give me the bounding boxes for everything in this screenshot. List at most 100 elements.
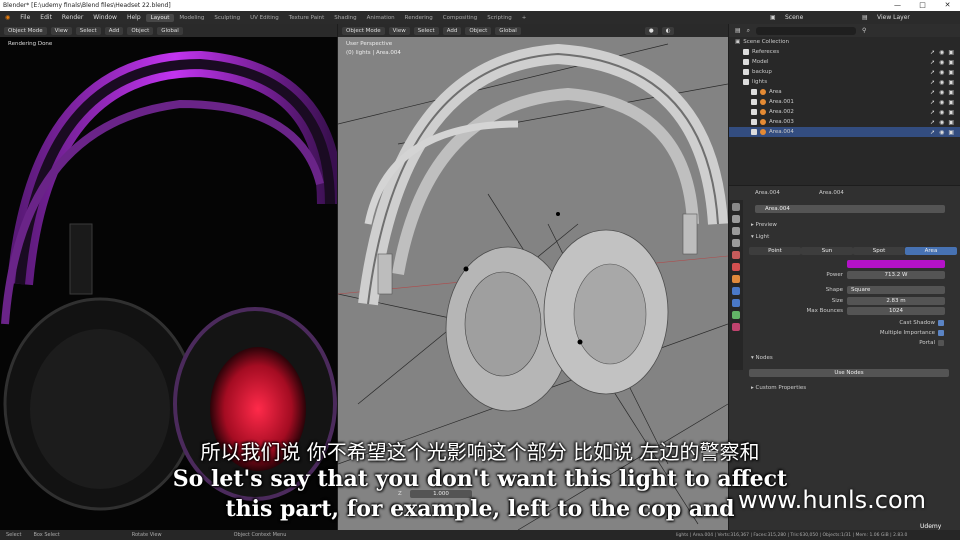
tab-compositing[interactable]: Compositing (438, 14, 482, 22)
select-arrow-icon[interactable]: ➚ (930, 129, 935, 136)
viewport-shading-material-icon[interactable]: ◐ (661, 26, 675, 35)
menu-help[interactable]: Help (122, 14, 146, 21)
viewport-menu-select[interactable]: Select (413, 26, 439, 35)
blender-logo-icon[interactable]: ◉ (0, 14, 15, 21)
visibility-toggles[interactable]: ➚ ◉ ▣ (930, 129, 954, 136)
tab-uv-editing[interactable]: UV Editing (245, 14, 284, 22)
include-checkbox[interactable] (743, 59, 749, 65)
visibility-toggles[interactable]: ➚ ◉ ▣ (930, 49, 954, 56)
multiple-importance-checkbox[interactable] (938, 330, 944, 336)
tab-modeling[interactable]: Modeling (174, 14, 209, 22)
physics-tab-icon[interactable] (732, 287, 740, 295)
select-arrow-icon[interactable]: ➚ (930, 59, 935, 66)
camera-icon[interactable]: ▣ (948, 89, 954, 96)
eye-icon[interactable]: ◉ (939, 89, 944, 96)
texture-tab-icon[interactable] (732, 323, 740, 331)
maximize-button[interactable]: □ (910, 0, 935, 11)
menu-edit[interactable]: Edit (35, 14, 57, 21)
outliner-row[interactable]: Area.001 ➚ ◉ ▣ (729, 97, 960, 107)
section-nodes[interactable]: ▾ Nodes (751, 355, 773, 361)
include-checkbox[interactable] (751, 129, 757, 135)
camera-icon[interactable]: ▣ (948, 69, 954, 76)
world-tab-icon[interactable] (732, 263, 740, 271)
close-button[interactable]: ✕ (935, 0, 960, 11)
max-bounces-field[interactable]: 1024 (847, 307, 945, 315)
view-layer-tab-icon[interactable] (732, 239, 740, 247)
scene-selector[interactable]: Scene (780, 14, 808, 21)
light-type-point[interactable]: Point (749, 247, 801, 255)
select-arrow-icon[interactable]: ➚ (930, 89, 935, 96)
viewport-menu-add[interactable]: Add (442, 26, 462, 35)
add-workspace-icon[interactable]: + (517, 14, 532, 22)
constraints-tab-icon[interactable] (732, 299, 740, 307)
eye-icon[interactable]: ◉ (939, 79, 944, 86)
outliner-row[interactable]: Area.003 ➚ ◉ ▣ (729, 117, 960, 127)
section-custom-properties[interactable]: ▸ Custom Properties (751, 385, 806, 391)
render-transform-select[interactable]: Global (157, 26, 183, 35)
light-color-swatch[interactable] (847, 260, 945, 268)
minimize-button[interactable]: — (885, 0, 910, 11)
visibility-toggles[interactable]: ➚ ◉ ▣ (930, 59, 954, 66)
viewport-transform-select[interactable]: Global (495, 26, 521, 35)
viewport-mode-select[interactable]: Object Mode (342, 26, 385, 35)
include-checkbox[interactable] (743, 69, 749, 75)
light-datablock-field[interactable]: Area.004 (755, 205, 945, 213)
cast-shadow-checkbox[interactable] (938, 320, 944, 326)
eye-icon[interactable]: ◉ (939, 99, 944, 106)
tab-rendering[interactable]: Rendering (400, 14, 438, 22)
collection-icon[interactable]: ▣ (735, 39, 740, 45)
render-tab-icon[interactable] (732, 215, 740, 223)
light-type-spot[interactable]: Spot (853, 247, 905, 255)
tab-animation[interactable]: Animation (362, 14, 400, 22)
select-arrow-icon[interactable]: ➚ (930, 119, 935, 126)
tab-texture-paint[interactable]: Texture Paint (284, 14, 330, 22)
outliner-row[interactable]: Refereces ➚ ◉ ▣ (729, 47, 960, 57)
filter-icon[interactable]: ⚲ (862, 27, 866, 34)
render-menu-add[interactable]: Add (104, 26, 124, 35)
select-arrow-icon[interactable]: ➚ (930, 79, 935, 86)
tab-layout[interactable]: Layout (145, 13, 175, 22)
include-checkbox[interactable] (751, 89, 757, 95)
viewport-menu-view[interactable]: View (388, 26, 410, 35)
outliner-row[interactable]: Area ➚ ◉ ▣ (729, 87, 960, 97)
include-checkbox[interactable] (751, 99, 757, 105)
scene-tab-icon[interactable] (732, 251, 740, 259)
outliner-row[interactable]: Model ➚ ◉ ▣ (729, 57, 960, 67)
outliner-row[interactable]: ▣ Scene Collection (729, 37, 960, 47)
size-field[interactable]: 2.83 m (847, 297, 945, 305)
outliner-row[interactable]: lights ➚ ◉ ▣ (729, 77, 960, 87)
section-preview[interactable]: ▸ Preview (751, 222, 777, 228)
menu-window[interactable]: Window (88, 14, 122, 21)
outliner-row[interactable]: Area.004 ➚ ◉ ▣ (729, 127, 960, 137)
tab-sculpting[interactable]: Sculpting (209, 14, 245, 22)
visibility-toggles[interactable]: ➚ ◉ ▣ (930, 89, 954, 96)
viewport-shading-solid-icon[interactable]: ● (644, 26, 658, 35)
eye-icon[interactable]: ◉ (939, 59, 944, 66)
menu-render[interactable]: Render (57, 14, 88, 21)
outliner-row[interactable]: backup ➚ ◉ ▣ (729, 67, 960, 77)
camera-icon[interactable]: ▣ (948, 109, 954, 116)
camera-icon[interactable]: ▣ (948, 119, 954, 126)
eye-icon[interactable]: ◉ (939, 109, 944, 116)
visibility-toggles[interactable]: ➚ ◉ ▣ (930, 109, 954, 116)
include-checkbox[interactable] (743, 79, 749, 85)
visibility-toggles[interactable]: ➚ ◉ ▣ (930, 99, 954, 106)
include-checkbox[interactable] (751, 109, 757, 115)
camera-icon[interactable]: ▣ (948, 79, 954, 86)
object-tab-icon[interactable] (732, 275, 740, 283)
select-arrow-icon[interactable]: ➚ (930, 49, 935, 56)
select-arrow-icon[interactable]: ➚ (930, 99, 935, 106)
light-type-sun[interactable]: Sun (801, 247, 853, 255)
outliner-search-icon[interactable]: ⌕ (747, 27, 750, 35)
shape-select[interactable]: Square (847, 286, 945, 294)
eye-icon[interactable]: ◉ (939, 129, 944, 136)
power-field[interactable]: 713.2 W (847, 271, 945, 279)
visibility-toggles[interactable]: ➚ ◉ ▣ (930, 69, 954, 76)
tab-shading[interactable]: Shading (329, 14, 361, 22)
camera-icon[interactable]: ▣ (948, 59, 954, 66)
section-light[interactable]: ▾ Light (751, 234, 769, 240)
portal-checkbox[interactable] (938, 340, 944, 346)
outliner-row[interactable]: Area.002 ➚ ◉ ▣ (729, 107, 960, 117)
include-checkbox[interactable] (743, 49, 749, 55)
include-checkbox[interactable] (751, 119, 757, 125)
